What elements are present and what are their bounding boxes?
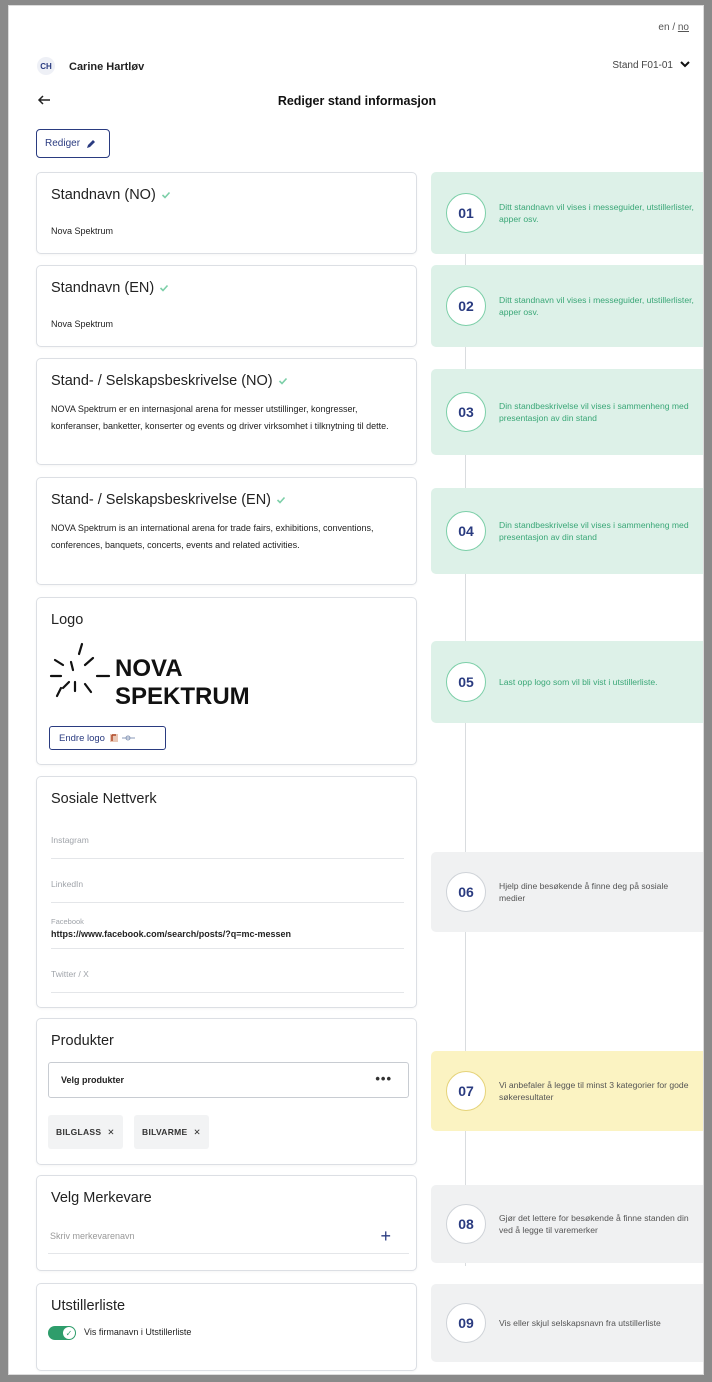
app-window: en / no CH Carine Hartløv Stand F01-01 R… bbox=[8, 5, 704, 1375]
logo-card: Logo NOVA SPEKTRUM Endre logo bbox=[36, 597, 417, 765]
exhibitor-list-card: Utstillerliste ✓ Vis firmanavn i Utstill… bbox=[36, 1283, 417, 1371]
step-number: 07 bbox=[446, 1071, 486, 1111]
description-en-card: Stand- / Selskapsbeskrivelse (EN) NOVA S… bbox=[36, 477, 417, 585]
standname-no-card: Standnavn (NO) Nova Spektrum bbox=[36, 172, 417, 254]
change-logo-button[interactable]: Endre logo bbox=[49, 726, 166, 750]
step-07-panel: 07 Vi anbefaler å legge til minst 3 kate… bbox=[431, 1051, 703, 1131]
avatar[interactable]: CH bbox=[37, 57, 55, 75]
instagram-field[interactable]: Instagram bbox=[51, 825, 404, 859]
edit-button[interactable]: Rediger bbox=[36, 129, 110, 158]
pencil-icon bbox=[87, 139, 96, 148]
brands-title: Velg Merkevare bbox=[51, 1190, 152, 1206]
change-logo-label: Endre logo bbox=[59, 732, 105, 744]
instagram-placeholder: Instagram bbox=[51, 835, 89, 845]
brand-input[interactable]: Skriv merkevarenavn + bbox=[48, 1217, 409, 1254]
edit-button-label: Rediger bbox=[45, 138, 81, 149]
products-title: Produkter bbox=[51, 1033, 114, 1049]
lang-separator: / bbox=[672, 22, 676, 33]
step-text: Vi anbefaler å legge til minst 3 kategor… bbox=[499, 1080, 689, 1102]
step-01-panel: 01 Ditt standnavn vil vises i messeguide… bbox=[431, 172, 703, 254]
step-02-panel: 02 Ditt standnavn vil vises i messeguide… bbox=[431, 265, 703, 347]
check-icon bbox=[161, 191, 170, 199]
step-text: Ditt standnavn vil vises i messeguider, … bbox=[499, 295, 694, 317]
step-text: Last opp logo som vil bli vist i utstill… bbox=[499, 677, 658, 687]
step-number: 02 bbox=[446, 286, 486, 326]
standname-en-card: Standnavn (EN) Nova Spektrum bbox=[36, 265, 417, 347]
social-title: Sosiale Nettverk bbox=[51, 791, 157, 807]
step-09-panel: 09 Vis eller skjul selskapsnavn fra utst… bbox=[431, 1284, 703, 1362]
stand-selector-label[interactable]: Stand F01-01 bbox=[612, 60, 673, 71]
step-number: 09 bbox=[446, 1303, 486, 1343]
step-number: 01 bbox=[446, 193, 486, 233]
step-05-panel: 05 Last opp logo som vil bli vist i utst… bbox=[431, 641, 703, 723]
svg-text:SPEKTRUM: SPEKTRUM bbox=[115, 683, 250, 710]
step-08-panel: 08 Gjør det lettere for besøkende å finn… bbox=[431, 1185, 703, 1263]
exhibitor-list-toggle[interactable]: ✓ bbox=[48, 1326, 76, 1340]
step-03-panel: 03 Din standbeskrivelse vil vises i samm… bbox=[431, 369, 703, 455]
check-icon: ✓ bbox=[63, 1327, 75, 1339]
step-text: Din standbeskrivelse vil vises i sammenh… bbox=[499, 401, 689, 423]
step-04-panel: 04 Din standbeskrivelse vil vises i samm… bbox=[431, 488, 703, 574]
lang-no-link[interactable]: no bbox=[678, 22, 689, 33]
step-number: 08 bbox=[446, 1204, 486, 1244]
brand-placeholder: Skriv merkevarenavn bbox=[50, 1231, 135, 1241]
facebook-field[interactable]: Facebook https://www.facebook.com/search… bbox=[51, 913, 404, 949]
logo-thumbnail-icon bbox=[109, 734, 135, 742]
exhibitor-list-title: Utstillerliste bbox=[51, 1298, 126, 1314]
svg-text:NOVA: NOVA bbox=[115, 655, 183, 682]
remove-chip-icon[interactable]: ✕ bbox=[107, 1127, 114, 1138]
step-number: 06 bbox=[446, 872, 486, 912]
products-card: Produkter Velg produkter ••• BILGLASS ✕ … bbox=[36, 1018, 417, 1165]
standname-en-title: Standnavn (EN) bbox=[51, 280, 169, 296]
step-text: Vis eller skjul selskapsnavn fra utstill… bbox=[499, 1318, 661, 1328]
more-options-icon[interactable]: ••• bbox=[375, 1071, 392, 1086]
nova-spektrum-logo: NOVA SPEKTRUM bbox=[49, 642, 250, 710]
standname-no-value[interactable]: Nova Spektrum bbox=[51, 223, 396, 240]
user-name: Carine Hartløv bbox=[69, 61, 145, 73]
facebook-label: Facebook bbox=[51, 917, 84, 926]
page-title: Rediger stand informasjon bbox=[277, 94, 437, 108]
description-en-value[interactable]: NOVA Spektrum is an international arena … bbox=[51, 520, 396, 554]
check-icon bbox=[276, 496, 286, 504]
twitter-placeholder: Twitter / X bbox=[51, 969, 89, 979]
product-chip: BILVARME ✕ bbox=[134, 1115, 209, 1149]
toggle-label: Vis firmanavn i Utstillerliste bbox=[84, 1327, 192, 1337]
chevron-down-icon[interactable] bbox=[679, 58, 691, 70]
step-text: Gjør det lettere for besøkende å finne s… bbox=[499, 1213, 689, 1235]
step-text: Ditt standnavn vil vises i messeguider, … bbox=[499, 202, 694, 224]
description-no-title: Stand- / Selskapsbeskrivelse (NO) bbox=[51, 373, 288, 389]
language-switcher: en / no bbox=[658, 22, 689, 33]
check-icon bbox=[160, 284, 169, 292]
check-icon bbox=[278, 377, 287, 385]
step-number: 05 bbox=[446, 662, 486, 702]
remove-chip-icon[interactable]: ✕ bbox=[194, 1127, 201, 1138]
facebook-value: https://www.facebook.com/search/posts/?q… bbox=[51, 929, 291, 939]
lang-en-link[interactable]: en bbox=[658, 22, 669, 33]
step-text: Hjelp dine besøkende å finne deg på sosi… bbox=[499, 881, 669, 903]
step-text: Din standbeskrivelse vil vises i sammenh… bbox=[499, 520, 689, 542]
products-select[interactable]: Velg produkter ••• bbox=[48, 1062, 409, 1098]
linkedin-placeholder: LinkedIn bbox=[51, 879, 84, 889]
brands-card: Velg Merkevare Skriv merkevarenavn + bbox=[36, 1175, 417, 1271]
step-06-panel: 06 Hjelp dine besøkende å finne deg på s… bbox=[431, 852, 703, 932]
standname-no-title: Standnavn (NO) bbox=[51, 187, 171, 203]
standname-en-value[interactable]: Nova Spektrum bbox=[51, 316, 396, 333]
logo-title: Logo bbox=[51, 612, 84, 628]
description-no-value[interactable]: NOVA Spektrum er en internasjonal arena … bbox=[51, 401, 396, 435]
products-select-label: Velg produkter bbox=[61, 1075, 125, 1085]
product-chip: BILGLASS ✕ bbox=[48, 1115, 123, 1149]
twitter-field[interactable]: Twitter / X bbox=[51, 959, 404, 993]
step-number: 04 bbox=[446, 511, 486, 551]
linkedin-field[interactable]: LinkedIn bbox=[51, 869, 404, 903]
description-no-card: Stand- / Selskapsbeskrivelse (NO) NOVA S… bbox=[36, 358, 417, 465]
description-en-title: Stand- / Selskapsbeskrivelse (EN) bbox=[51, 492, 286, 508]
social-networks-card: Sosiale Nettverk Instagram LinkedIn Face… bbox=[36, 776, 417, 1008]
step-number: 03 bbox=[446, 392, 486, 432]
add-brand-icon[interactable]: + bbox=[380, 1226, 391, 1247]
